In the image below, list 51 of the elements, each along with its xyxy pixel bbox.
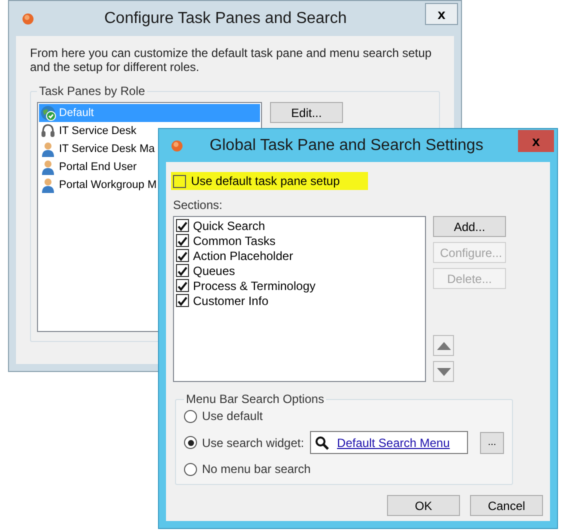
radio-label: Use default (202, 409, 263, 423)
search-widget-field[interactable]: Default Search Menu (310, 431, 468, 454)
section-label: Action Placeholder (193, 248, 294, 262)
section-label: Customer Info (193, 294, 268, 308)
search-icon (315, 436, 330, 450)
radio-button[interactable] (184, 436, 197, 449)
search-menu-link[interactable]: Default Search Menu (337, 436, 450, 450)
role-item[interactable]: IT Service Desk Ma (59, 143, 155, 155)
checkbox[interactable] (173, 174, 186, 188)
section-label: Common Tasks (193, 234, 276, 248)
close-button[interactable]: x (425, 3, 458, 25)
headset-icon (40, 123, 56, 139)
role-item[interactable]: Portal Workgroup M (59, 179, 157, 191)
description-text: From here you can customize the default task pane and menu search setup and the setup for different roles. (30, 46, 433, 74)
radio-label: Use search widget: (202, 436, 304, 450)
checkbox[interactable] (176, 279, 189, 292)
checkbox-label: Use default task pane setup (191, 174, 340, 188)
window-title: Configure Task Panes and Search (103, 10, 348, 28)
section-label: Process & Terminology (193, 278, 316, 292)
app-icon (22, 12, 34, 24)
radio-label: No menu bar search (202, 462, 311, 476)
move-up-button[interactable] (433, 335, 454, 356)
cancel-button[interactable]: Cancel (470, 495, 543, 516)
checkbox[interactable] (176, 264, 189, 277)
person-icon (40, 159, 56, 175)
add-button[interactable]: Add... (433, 216, 506, 237)
window-title: Global Task Pane and Search Settings (208, 136, 484, 154)
checkbox[interactable] (176, 249, 189, 262)
sections-label: Sections: (173, 198, 224, 212)
edit-button[interactable]: Edit... (270, 102, 343, 123)
section-label: Quick Search (193, 218, 266, 232)
checkbox[interactable] (176, 234, 189, 247)
radio-button[interactable] (184, 462, 197, 476)
checkbox[interactable] (176, 294, 189, 307)
person-icon (40, 177, 56, 193)
radio-button[interactable] (184, 410, 197, 422)
globe-icon (40, 105, 56, 121)
browse-button[interactable]: ... (480, 432, 504, 454)
up-arrow-icon (436, 340, 450, 350)
down-arrow-icon (436, 366, 450, 376)
app-icon (171, 140, 183, 152)
close-button[interactable]: x (518, 130, 554, 152)
move-down-button[interactable] (433, 361, 454, 382)
role-item[interactable]: IT Service Desk (59, 125, 136, 137)
group-title: Task Panes by Role (38, 84, 146, 98)
group-title: Menu Bar Search Options (185, 392, 326, 406)
ok-button[interactable]: OK (387, 495, 460, 516)
section-label: Queues (193, 264, 236, 278)
person-icon (40, 141, 56, 157)
role-item[interactable]: Portal End User (59, 161, 137, 173)
checkbox[interactable] (176, 219, 189, 232)
